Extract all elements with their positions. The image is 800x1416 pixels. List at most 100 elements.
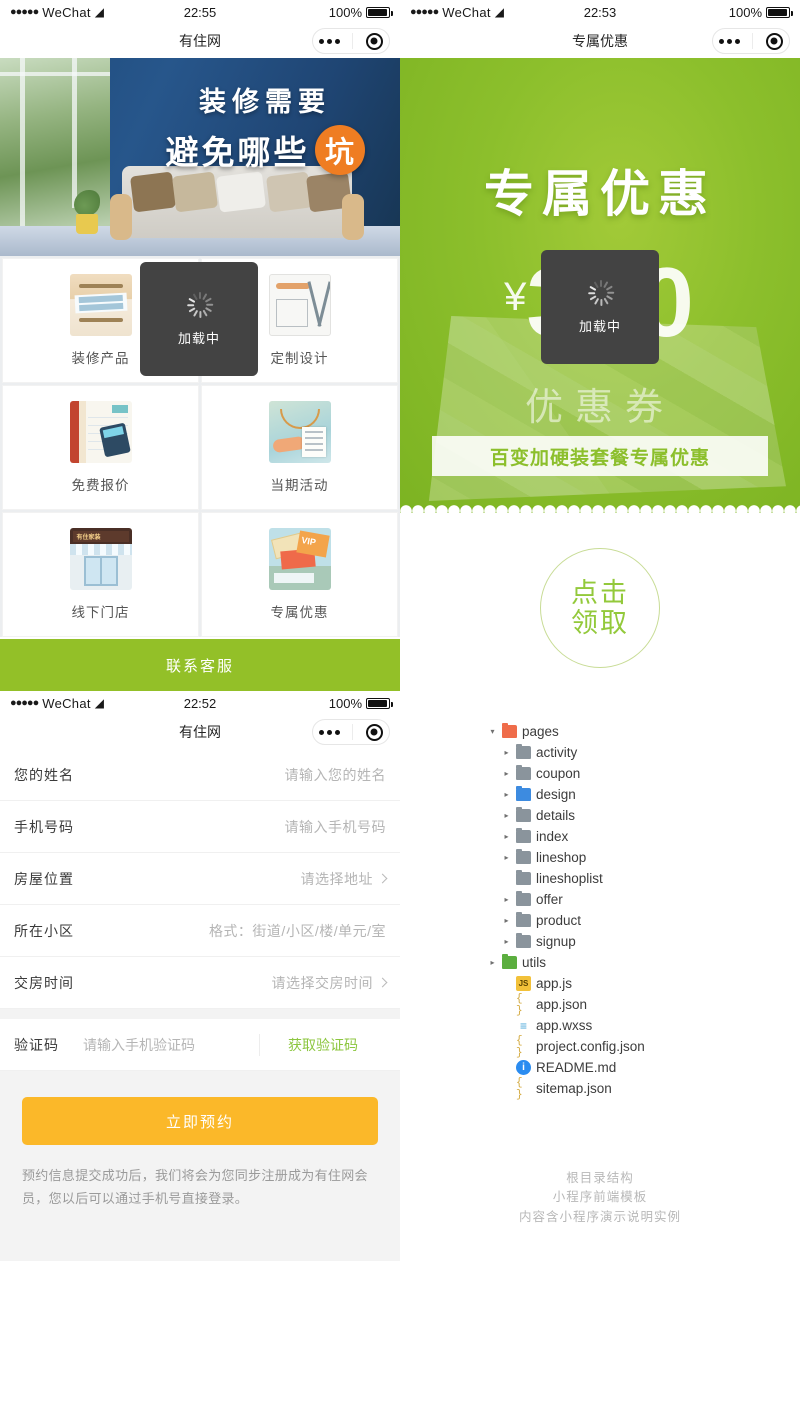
page-title: 有住网 [179,724,221,740]
form-row-name[interactable]: 您的姓名 请输入您的姓名 [0,749,400,801]
tree-node-details[interactable]: ▸ details [488,805,800,826]
more-dots-icon[interactable] [719,38,741,44]
grid-item-label: 线下门店 [71,605,130,620]
tree-node-label: lineshoplist [536,871,603,886]
chevron-right-icon[interactable]: ▸ [502,769,511,778]
form-row-house-location[interactable]: 房屋位置 请选择地址 [0,853,400,905]
hero-ribbon-text: 百变加硬装套餐专属优惠 [432,436,768,476]
target-circle-icon[interactable] [365,32,383,50]
form-row-handover-time[interactable]: 交房时间 请选择交房时间 [0,957,400,1009]
form-row-phone[interactable]: 手机号码 请输入手机号码 [0,801,400,853]
chevron-right-icon[interactable]: ▸ [502,748,511,757]
tree-node-product[interactable]: ▸ product [488,910,800,931]
spinner-icon [587,279,615,306]
grid-item-exclusive-offer[interactable]: VIP 专属优惠 [201,512,398,637]
claim-button-area: 点击 领取 [400,513,800,703]
tree-node-utils[interactable]: ▸ utils [488,952,800,973]
tree-node-sitemap-json[interactable]: { } sitemap.json [488,1077,800,1101]
tree-node-pages[interactable]: ▾ pages [488,721,800,742]
markdown-file-icon: i [516,1060,531,1075]
form-phone-screen: ●●●●● WeChat ◢ 22:52 100% 有住网 您的姓名 请输入您的… [0,691,400,1261]
exclusive-offer-icon: VIP [268,528,331,590]
submit-appointment-button[interactable]: 立即预约 [22,1097,378,1145]
hero-title: 专属优惠 [484,166,716,222]
field-label: 交房时间 [14,974,74,991]
contact-customer-service-button[interactable]: 联系客服 [0,639,400,691]
tree-node-label: product [536,913,582,928]
free-quote-icon [69,401,132,463]
target-circle-icon[interactable] [365,723,383,741]
form-note-text: 预约信息提交成功后，我们将会为您同步注册成为有住网会员，您以后可以通过手机号直接… [22,1168,368,1206]
form-row-verify-code[interactable]: 验证码 请输入手机验证码 获取验证码 [0,1019,400,1071]
tree-node-signup[interactable]: ▸ signup [488,931,800,952]
folder-gray-icon [516,932,531,948]
address-picker[interactable]: 请选择地址 [301,869,388,889]
claim-coupon-button[interactable]: 点击 领取 [540,548,660,668]
tree-node-app-js[interactable]: JS app.js [488,973,800,994]
grid-item-current-activity[interactable]: 当期活动 [201,385,398,510]
grid-item-offline-store[interactable]: 有住家装 线下门店 [2,512,199,637]
chevron-right-icon[interactable]: ▸ [502,790,511,799]
nav-bar-left: 有住网 [0,24,400,58]
loading-toast-right: 加载中 [541,250,659,364]
home-banner[interactable]: 装修需要 避免哪些 坑 [0,58,400,256]
nav-bar-form: 有住网 [0,715,400,749]
tree-node-index[interactable]: ▸ index [488,826,800,847]
tree-node-activity[interactable]: ▸ activity [488,742,800,763]
grid-item-free-quote[interactable]: 免费报价 [2,385,199,510]
capsule-divider [752,33,754,49]
watermark-line-2: 小程序前端模板 [552,1190,648,1205]
get-verify-code-button[interactable]: 获取验证码 [260,1035,386,1055]
chevron-right-icon[interactable]: ▸ [502,811,511,820]
chevron-right-icon[interactable]: ▸ [502,937,511,946]
form-row-community[interactable]: 所在小区 格式：街道/小区/楼/单元/室 [0,905,400,957]
target-circle-icon[interactable] [765,32,783,50]
offline-store-icon: 有住家装 [69,528,132,590]
tree-node-app-json[interactable]: { } app.json [488,993,800,1017]
tree-node-label: index [536,829,569,844]
chevron-right-icon[interactable]: ▸ [502,916,511,925]
tree-node-label: coupon [536,766,581,781]
tree-node-app-wxss[interactable]: ≡ app.wxss [488,1015,800,1036]
folder-orange-icon [502,722,517,738]
folder-gray-icon [516,743,531,759]
tree-node-lineshop[interactable]: ▸ lineshop [488,847,800,868]
status-bar-right: ●●●●● WeChat ◢ 22:53 100% [400,0,800,24]
tree-node-design[interactable]: ▸ design [488,784,800,805]
chevron-right-icon[interactable]: ▸ [502,895,511,904]
screenshot-root: ●●●●● WeChat ◢ 22:55 100% 有住网 装修需要 避免哪些 … [0,0,800,1416]
wechat-capsule[interactable] [312,719,390,745]
battery-icon [366,697,393,709]
decoration-product-icon [69,274,132,336]
wechat-capsule[interactable] [712,28,790,54]
chevron-right-icon[interactable]: ▸ [502,832,511,841]
tree-node-offer[interactable]: ▸ offer [488,889,800,910]
chevron-right-icon[interactable]: ▸ [488,958,497,967]
handover-time-picker[interactable]: 请选择交房时间 [272,973,388,993]
folder-gray-icon [516,890,531,906]
tree-node-label: sitemap.json [536,1081,612,1096]
tree-node-label: details [536,808,576,823]
loading-toast-left: 加载中 [140,262,258,376]
more-dots-icon[interactable] [319,729,341,735]
grid-item-label: 装修产品 [71,351,130,366]
spinner-icon [186,291,214,318]
folder-gray-icon [516,806,531,822]
chevron-right-icon[interactable]: ▸ [502,853,511,862]
chevron-down-icon[interactable]: ▾ [488,727,497,736]
more-dots-icon[interactable] [319,38,341,44]
folder-green-icon [502,953,517,969]
grid-item-label: 当期活动 [270,478,329,493]
community-input[interactable]: 格式：街道/小区/楼/单元/室 [209,921,386,941]
phone-input[interactable]: 请输入手机号码 [285,817,387,837]
verify-code-input[interactable]: 请输入手机验证码 [83,1035,195,1055]
tree-node-readme-md[interactable]: i README.md [488,1057,800,1078]
tree-node-project-config-json[interactable]: { } project.config.json [488,1035,800,1059]
banner-badge: 坑 [314,125,365,175]
tree-node-coupon[interactable]: ▸ coupon [488,763,800,784]
wechat-capsule[interactable] [312,28,390,54]
name-input[interactable]: 请输入您的姓名 [285,765,387,785]
folder-gray-icon [516,848,531,864]
tree-node-label: offer [536,892,563,907]
tree-node-lineshoplist[interactable]: lineshoplist [488,868,800,889]
